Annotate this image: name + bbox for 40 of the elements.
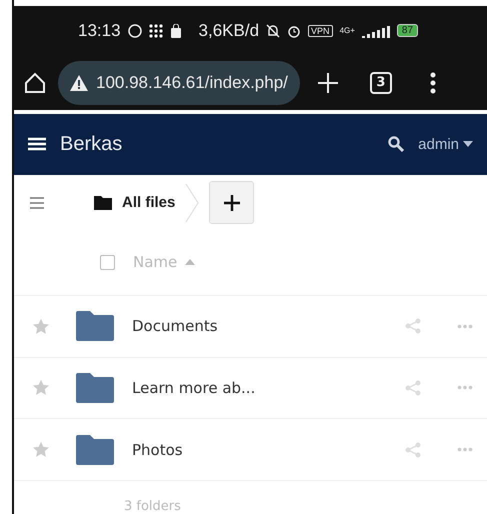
vpn-indicator: VPN (308, 24, 333, 37)
breadcrumb-separator (185, 182, 200, 223)
app-title: Berkas (60, 132, 124, 156)
clock: 13:13 (78, 20, 121, 41)
battery-level: 87 (396, 24, 418, 38)
star-icon[interactable] (32, 379, 50, 396)
folder-icon (94, 196, 112, 210)
share-icon[interactable] (405, 318, 421, 334)
plus-icon (222, 194, 241, 212)
folder-icon (76, 372, 114, 403)
muted-bell-icon (266, 24, 280, 38)
share-icon[interactable] (405, 380, 421, 396)
more-icon[interactable] (430, 72, 436, 94)
select-all-checkbox[interactable] (100, 254, 115, 270)
folder-name[interactable]: Documents (132, 317, 405, 336)
sort-arrow-icon (185, 259, 196, 266)
home-icon[interactable] (24, 72, 46, 94)
tab-count[interactable]: 3 (370, 72, 392, 94)
folder-icon (76, 311, 114, 342)
network-type: 4G+ (340, 26, 355, 36)
data-speed: 3,6KB/d (198, 20, 260, 41)
share-icon[interactable] (405, 442, 421, 458)
bag-icon (170, 24, 182, 38)
folder-icon (76, 434, 114, 465)
new-tab-icon[interactable] (318, 72, 338, 93)
folder-name[interactable]: Photos (132, 440, 405, 459)
folder-name[interactable]: Learn more ab... (132, 378, 405, 397)
warning-icon (70, 74, 88, 91)
address-bar[interactable]: 100.98.146.61/index.php/ (58, 60, 300, 105)
star-icon[interactable] (32, 441, 50, 458)
breadcrumb-link[interactable]: All files (94, 194, 176, 212)
new-button[interactable] (209, 181, 254, 224)
search-icon[interactable] (388, 136, 404, 152)
signal-icon (362, 24, 390, 38)
user-menu[interactable]: admin (418, 136, 473, 153)
folder-count: 3 folders (124, 498, 182, 514)
dots-icon (148, 24, 163, 38)
star-icon[interactable] (32, 318, 50, 335)
caret-icon (463, 141, 473, 148)
alarm-icon (287, 24, 302, 38)
